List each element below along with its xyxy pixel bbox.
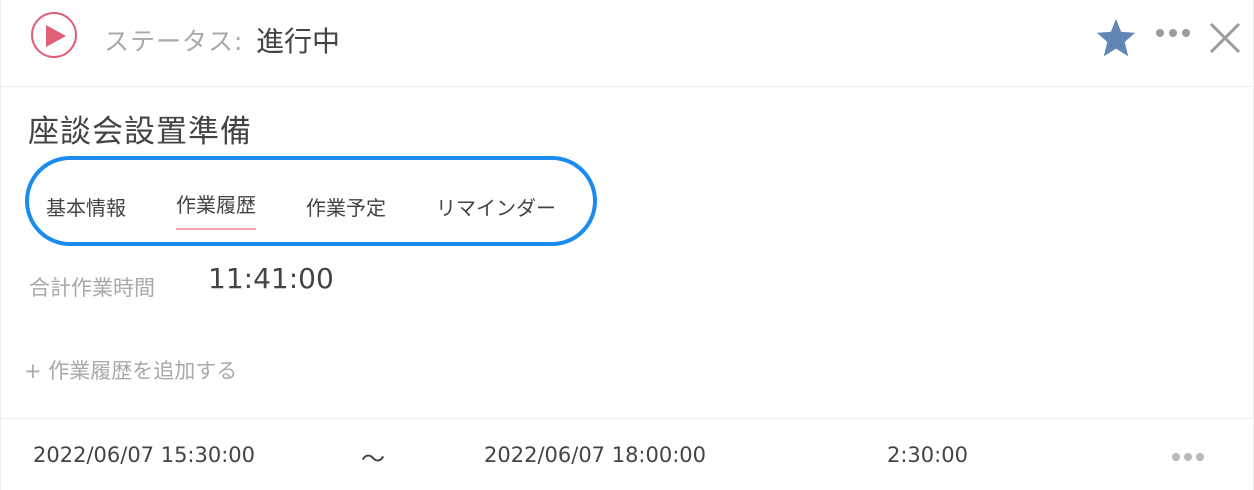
play-button[interactable] bbox=[31, 12, 77, 58]
row-more-icon[interactable] bbox=[1171, 452, 1205, 462]
tab-work-plan[interactable]: 作業予定 bbox=[306, 192, 386, 221]
close-icon[interactable] bbox=[1209, 22, 1241, 54]
history-start-time: 2022/06/07 15:30:00 bbox=[33, 443, 256, 467]
status-label: ステータス: bbox=[104, 27, 244, 56]
add-work-history-link[interactable]: + 作業履歴を追加する bbox=[24, 355, 237, 385]
history-separator: 〜 bbox=[361, 445, 385, 473]
history-duration: 2:30:00 bbox=[887, 443, 968, 467]
play-icon bbox=[46, 25, 66, 47]
tab-reminder[interactable]: リマインダー bbox=[436, 192, 556, 221]
total-time-label: 合計作業時間 bbox=[29, 276, 155, 300]
more-icon[interactable] bbox=[1155, 28, 1191, 38]
history-end-time: 2022/06/07 18:00:00 bbox=[484, 443, 707, 467]
total-time-value: 11:41:00 bbox=[208, 262, 334, 295]
status-value[interactable]: 進行中 bbox=[256, 20, 340, 60]
star-icon[interactable] bbox=[1095, 18, 1137, 58]
tab-basic-info[interactable]: 基本情報 bbox=[46, 192, 126, 221]
task-title[interactable]: 座談会設置準備 bbox=[28, 106, 252, 151]
tab-work-history[interactable]: 作業履歴 bbox=[176, 189, 256, 230]
table-row[interactable]: 2022/06/07 15:30:00 〜 2022/06/07 18:00:0… bbox=[1, 419, 1253, 490]
task-detail-panel: ステータス: 進行中 座談会設置準備 基本情報 作業履歴 作業予定 リマインダー… bbox=[0, 0, 1254, 490]
tab-bar: 基本情報 作業履歴 作業予定 リマインダー bbox=[25, 156, 597, 246]
panel-header: ステータス: 進行中 bbox=[1, 0, 1253, 87]
